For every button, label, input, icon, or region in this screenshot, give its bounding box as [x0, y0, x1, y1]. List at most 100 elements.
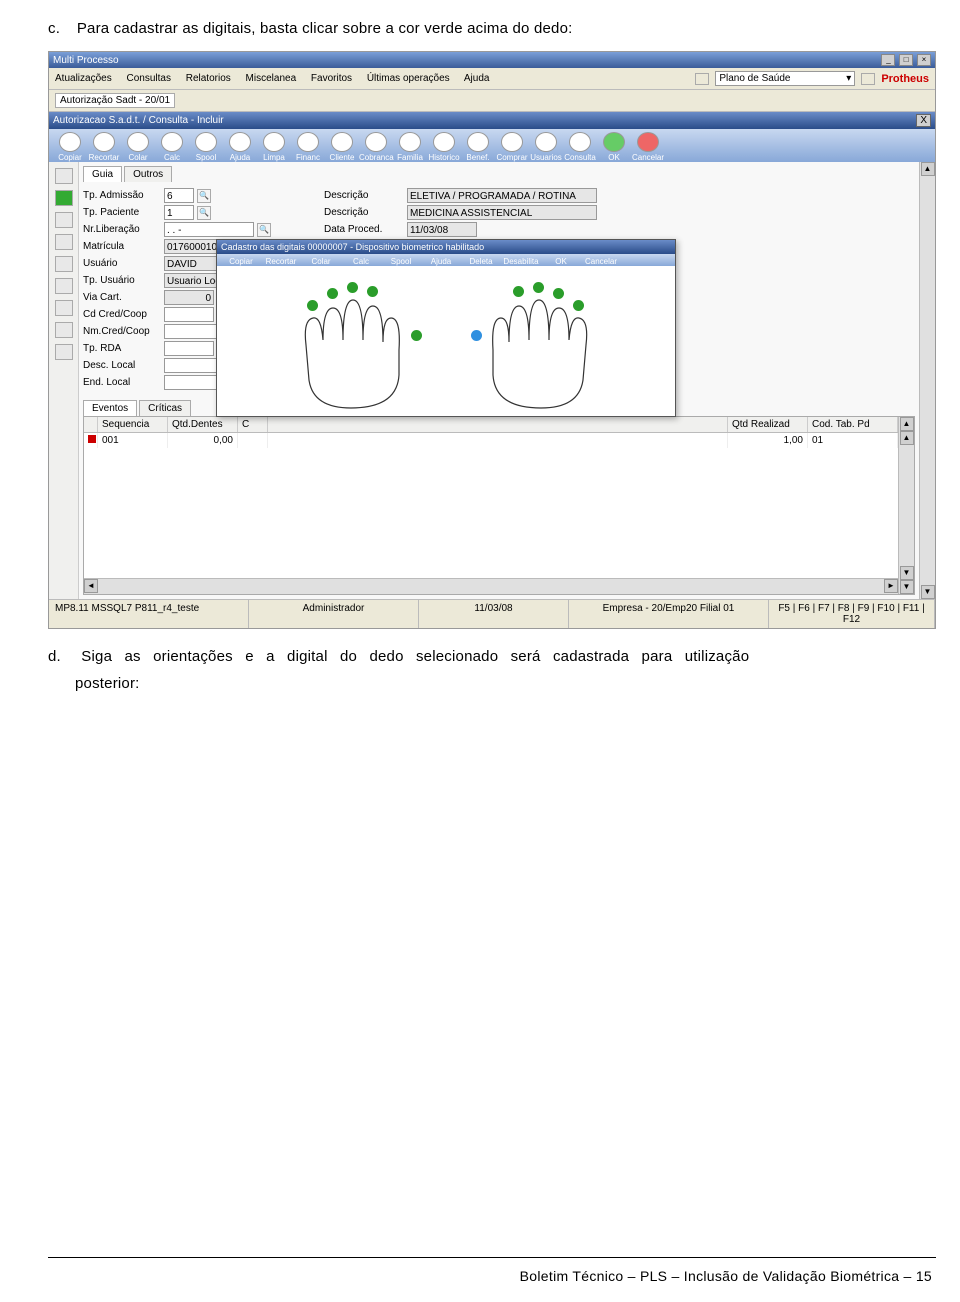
- tb-usuarios[interactable]: Usuarios: [529, 132, 563, 162]
- tb-colar[interactable]: Colar: [121, 132, 155, 162]
- rail-icon-7[interactable]: [55, 300, 73, 316]
- tb-limpa[interactable]: Limpa: [257, 132, 291, 162]
- tb-financ[interactable]: Financ: [291, 132, 325, 162]
- inp-nr-liberacao[interactable]: . . -: [164, 222, 254, 237]
- tb-ajuda[interactable]: Ajuda: [223, 132, 257, 162]
- tb-recortar[interactable]: Recortar: [87, 132, 121, 162]
- inp-data-proced[interactable]: 11/03/08: [407, 222, 477, 237]
- gh-seq: Sequencia: [98, 417, 168, 432]
- grid-h-scroll[interactable]: ◄ ►: [84, 578, 898, 594]
- hands-area: [217, 266, 675, 416]
- lbl-cdcred: Cd Cred/Coop: [83, 309, 161, 320]
- mag-nr-liberacao[interactable]: 🔍: [257, 223, 271, 237]
- instruction-c: c. Para cadastrar as digitais, basta cli…: [48, 20, 936, 37]
- menu-atualizacoes[interactable]: Atualizações: [55, 73, 112, 84]
- rail-icon-9[interactable]: [55, 344, 73, 360]
- menu-consultas[interactable]: Consultas: [126, 73, 170, 84]
- right-ring-dot[interactable]: [553, 288, 564, 299]
- scroll-right-icon[interactable]: ►: [884, 579, 898, 593]
- mag-tp-admissao[interactable]: 🔍: [197, 189, 211, 203]
- ptb-cancelar[interactable]: Cancelar: [581, 257, 621, 266]
- menu-ajuda[interactable]: Ajuda: [464, 73, 490, 84]
- left-ring-dot[interactable]: [327, 288, 338, 299]
- left-middle-dot[interactable]: [347, 282, 358, 293]
- inp-descricao2[interactable]: MEDICINA ASSISTENCIAL: [407, 205, 597, 220]
- left-pinky-dot[interactable]: [307, 300, 318, 311]
- tb-comprar[interactable]: Comprar: [495, 132, 529, 162]
- mag-tp-paciente[interactable]: 🔍: [197, 206, 211, 220]
- scroll-track1[interactable]: ▲: [900, 431, 914, 445]
- gh-marker: [84, 417, 98, 432]
- tb-spool[interactable]: Spool: [189, 132, 223, 162]
- printer-icon[interactable]: [695, 73, 709, 85]
- rail-icon-6[interactable]: [55, 278, 73, 294]
- ptb-colar[interactable]: Colar: [301, 257, 341, 266]
- left-thumb-dot[interactable]: [411, 330, 422, 341]
- inp-via-cart[interactable]: 0: [164, 290, 214, 305]
- menu-relatorios[interactable]: Relatorios: [186, 73, 231, 84]
- lbl-tp-usuario: Tp. Usuário: [83, 275, 161, 286]
- tab-eventos[interactable]: Eventos: [83, 400, 137, 416]
- menu-ultimas[interactable]: Últimas operações: [367, 73, 450, 84]
- plano-dropdown[interactable]: Plano de Saúde ▾: [715, 71, 855, 86]
- ptb-spool[interactable]: Spool: [381, 257, 421, 266]
- inp-tp-paciente[interactable]: 1: [164, 205, 194, 220]
- tb-familia[interactable]: Familia: [393, 132, 427, 162]
- maximize-button[interactable]: □: [899, 54, 913, 66]
- gh-cod: Cod. Tab. Pd: [808, 417, 898, 432]
- right-middle-dot[interactable]: [533, 282, 544, 293]
- tb-historico[interactable]: Historico: [427, 132, 461, 162]
- minimize-button[interactable]: _: [881, 54, 895, 66]
- ptb-ajuda[interactable]: Ajuda: [421, 257, 461, 266]
- left-index-dot[interactable]: [367, 286, 378, 297]
- gh-qtdreal: Qtd Realizad: [728, 417, 808, 432]
- ptb-desabilita[interactable]: Desabilita: [501, 257, 541, 266]
- form-scroll-up-icon[interactable]: ▲: [921, 162, 935, 176]
- scroll-up-icon[interactable]: ▲: [900, 417, 914, 431]
- gc-c: [238, 433, 268, 448]
- rail-icon-2[interactable]: [55, 190, 73, 206]
- menu-favoritos[interactable]: Favoritos: [311, 73, 352, 84]
- grid-v-scroll[interactable]: ▲ ▲ ▼ ▼: [898, 417, 914, 594]
- tb-consulta[interactable]: Consulta: [563, 132, 597, 162]
- tb-cliente[interactable]: Cliente: [325, 132, 359, 162]
- rail-icon-3[interactable]: [55, 212, 73, 228]
- inp-cdcred[interactable]: [164, 307, 214, 322]
- form-v-scroll[interactable]: ▲ ▼: [919, 162, 935, 599]
- scroll-track2[interactable]: ▼: [900, 566, 914, 580]
- inp-tp-rda[interactable]: [164, 341, 214, 356]
- rail-icon-1[interactable]: [55, 168, 73, 184]
- ptb-ok[interactable]: OK: [541, 257, 581, 266]
- ptb-recortar[interactable]: Recortar: [261, 257, 301, 266]
- rail-icon-5[interactable]: [55, 256, 73, 272]
- rail-icon-4[interactable]: [55, 234, 73, 250]
- inp-descricao1[interactable]: ELETIVA / PROGRAMADA / ROTINA: [407, 188, 597, 203]
- right-thumb-dot[interactable]: [471, 330, 482, 341]
- grid-blank: [84, 448, 898, 578]
- tb-benef[interactable]: Benef.: [461, 132, 495, 162]
- grid-row-1[interactable]: 001 0,00 1,00 01: [84, 433, 898, 448]
- scroll-down-icon[interactable]: ▼: [900, 580, 914, 594]
- right-index-dot[interactable]: [513, 286, 524, 297]
- tb-calc[interactable]: Calc: [155, 132, 189, 162]
- tab-criticas[interactable]: Críticas: [139, 400, 191, 416]
- tab-guia[interactable]: Guia: [83, 166, 122, 182]
- tb-ok[interactable]: OK: [597, 132, 631, 162]
- tb-cancelar[interactable]: Cancelar: [631, 132, 665, 162]
- close-button[interactable]: ×: [917, 54, 931, 66]
- right-pinky-dot[interactable]: [573, 300, 584, 311]
- status-date: 11/03/08: [419, 600, 569, 628]
- tb-copiar[interactable]: Copiar: [53, 132, 87, 162]
- form-scroll-down-icon[interactable]: ▼: [921, 585, 935, 599]
- tab-outros[interactable]: Outros: [124, 166, 172, 182]
- ptb-copiar[interactable]: Copiar: [221, 257, 261, 266]
- scroll-left-icon[interactable]: ◄: [84, 579, 98, 593]
- ptb-calc[interactable]: Calc: [341, 257, 381, 266]
- ptb-deleta[interactable]: Deleta: [461, 257, 501, 266]
- rail-icon-8[interactable]: [55, 322, 73, 338]
- tb-cobranca[interactable]: Cobranca: [359, 132, 393, 162]
- tool-icon[interactable]: [861, 73, 875, 85]
- menu-miscelanea[interactable]: Miscelanea: [246, 73, 297, 84]
- inp-tp-admissao[interactable]: 6: [164, 188, 194, 203]
- inner-close-button[interactable]: X: [916, 114, 931, 127]
